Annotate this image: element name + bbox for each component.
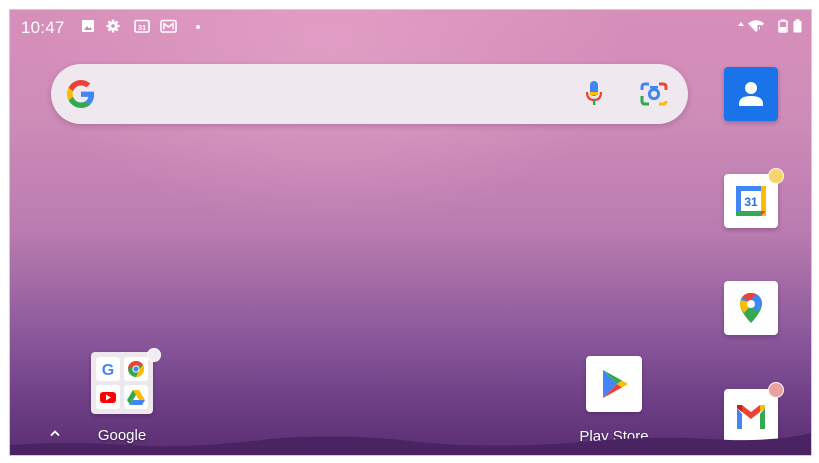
contacts-app[interactable] (724, 67, 778, 121)
gallery-icon (160, 19, 177, 33)
calendar-31-icon: 31 (134, 19, 150, 33)
gear-icon (106, 19, 120, 33)
drive-icon (124, 385, 148, 409)
battery-saver-icon (778, 19, 788, 33)
dot-icon (196, 25, 200, 29)
google-g-icon (67, 80, 95, 108)
folder-notification-dot (147, 348, 161, 362)
contacts-icon (739, 82, 763, 106)
wallpaper-hills (10, 433, 811, 455)
wifi-icon (748, 20, 764, 32)
image-icon (82, 20, 94, 32)
maps-app[interactable] (724, 281, 778, 335)
clock: 10:47 (21, 18, 65, 37)
data-arrow-icon (738, 22, 744, 26)
google-icon: G (96, 357, 120, 381)
play-store-app[interactable] (586, 356, 642, 412)
gmail-notification-dot (768, 382, 784, 398)
status-bar: 10:47 31 (10, 10, 811, 44)
play-store-icon (603, 370, 628, 398)
battery-icon (793, 19, 802, 33)
svg-text:31: 31 (744, 195, 758, 209)
maps-pin-icon (740, 293, 762, 323)
microphone-icon[interactable] (584, 80, 604, 108)
svg-text:31: 31 (138, 23, 146, 32)
svg-text:G: G (102, 362, 114, 379)
youtube-icon (96, 385, 120, 409)
chevron-up-icon[interactable] (49, 429, 61, 437)
calendar-notification-dot (768, 168, 784, 184)
search-bar[interactable] (51, 64, 688, 124)
home-screen: 10:47 31 31 G Google Play Store (9, 9, 812, 456)
chrome-icon (124, 357, 148, 381)
google-folder[interactable]: G (91, 352, 153, 414)
google-lens-icon[interactable] (640, 81, 668, 107)
